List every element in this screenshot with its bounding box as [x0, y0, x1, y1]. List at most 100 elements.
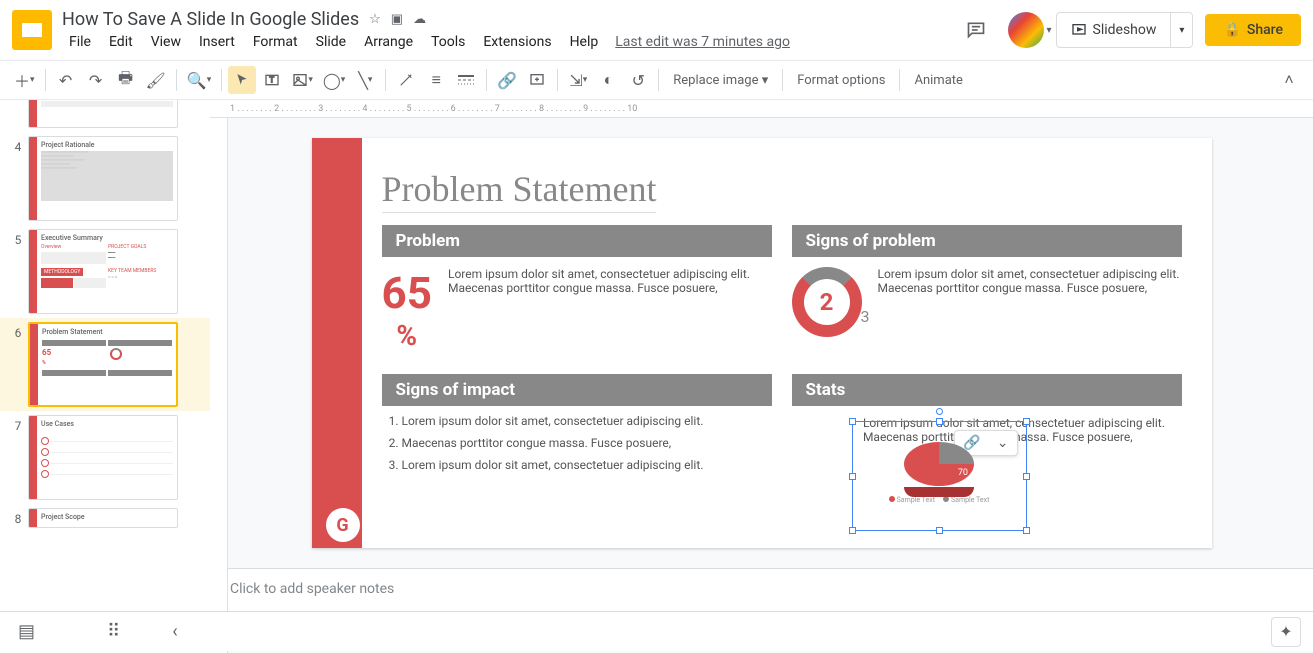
comment-button[interactable]	[523, 66, 551, 94]
main: Document History 4 Project Rationale━━━━…	[0, 100, 1313, 653]
reset-image-button[interactable]: ↺	[624, 66, 652, 94]
new-slide-button[interactable]: ＋▾	[10, 66, 39, 94]
slideshow-label: Slideshow	[1093, 22, 1157, 38]
border-dash-button[interactable]	[452, 66, 480, 94]
slides-app-icon[interactable]	[12, 10, 52, 50]
line-tool[interactable]: ╲▾	[351, 66, 379, 94]
grid-view-icon[interactable]: ⠿	[101, 615, 126, 648]
collapse-toolbar-button[interactable]: ˄	[1275, 66, 1303, 94]
move-icon[interactable]: ▣	[391, 12, 403, 27]
thumb-num: 5	[8, 229, 28, 314]
slide-canvas[interactable]: G Problem Statement Problem 65 % Lorem i…	[312, 138, 1212, 548]
menu-file[interactable]: File	[62, 32, 98, 52]
replace-image-button[interactable]: Replace image ▾	[665, 73, 776, 88]
resize-handle[interactable]	[936, 527, 943, 534]
link-button[interactable]: 🔗	[493, 66, 521, 94]
slideshow-dropdown[interactable]: ▾	[1170, 13, 1192, 47]
toolbar: ＋▾ ↶ ↷ 🖶 🖌 🔍▾ T ▾ ◯▾ ╲▾ ≡ 🔗 ⇲▾ ◐ ↺ Repla…	[0, 60, 1313, 100]
menu-insert[interactable]: Insert	[192, 32, 242, 52]
redo-button[interactable]: ↷	[82, 66, 110, 94]
mask-button[interactable]: ◐	[594, 66, 622, 94]
svg-text:T: T	[270, 76, 275, 85]
slideshow-button[interactable]: Slideshow	[1057, 22, 1171, 38]
animate-button[interactable]: Animate	[906, 73, 970, 88]
thumb-num	[8, 108, 28, 128]
section-head: Signs of impact	[382, 374, 772, 406]
thumb-5[interactable]: Executive Summary Overview PROJECT GOALS…	[28, 229, 178, 314]
signs-problem-text: Lorem ipsum dolor sit amet, consectetuer…	[878, 267, 1182, 347]
impact-list: Lorem ipsum dolor sit amet, consectetuer…	[382, 406, 772, 488]
slide-accent-bar	[312, 138, 362, 548]
thumb-7[interactable]: Use Cases	[28, 415, 178, 500]
menu-help[interactable]: Help	[563, 32, 606, 52]
paint-format-button[interactable]: 🖌	[142, 66, 170, 94]
resize-handle[interactable]	[1023, 473, 1030, 480]
menu-format[interactable]: Format	[246, 32, 305, 52]
lock-icon: 🔒	[1223, 22, 1240, 38]
meet-button[interactable]: ▾	[1008, 12, 1044, 48]
bottom-bar: ▤ ⠿ ‹ ✦	[0, 611, 1313, 651]
slide-title[interactable]: Problem Statement	[382, 168, 657, 213]
selected-chart-object[interactable]: 🔗 ⌄ 70 Sample Text Sample Text	[852, 421, 1027, 531]
section-problem: Problem 65 % Lorem ipsum dolor sit amet,…	[382, 225, 772, 362]
menu-bar: File Edit View Insert Format Slide Arran…	[62, 32, 956, 52]
shape-tool[interactable]: ◯▾	[319, 66, 349, 94]
menu-arrange[interactable]: Arrange	[357, 32, 420, 52]
thumb-3[interactable]: Document History	[28, 100, 178, 128]
ruler-vertical	[210, 118, 228, 653]
select-tool[interactable]	[228, 66, 256, 94]
last-edit-link[interactable]: Last edit was 7 minutes ago	[615, 34, 790, 50]
share-label: Share	[1247, 22, 1283, 38]
header: How To Save A Slide In Google Slides ☆ ▣…	[0, 0, 1313, 60]
star-icon[interactable]: ☆	[369, 12, 381, 27]
print-button[interactable]: 🖶	[112, 66, 140, 94]
resize-handle[interactable]	[1023, 418, 1030, 425]
problem-number: 65 %	[382, 267, 433, 352]
border-weight-button[interactable]: ≡	[422, 66, 450, 94]
thumb-num: 8	[8, 508, 28, 528]
cloud-icon[interactable]: ☁	[413, 12, 426, 27]
donut-chart: 2	[792, 267, 862, 337]
section-signs-problem: Signs of problem 2 3 Lorem ipsum dolor s…	[792, 225, 1182, 362]
explore-button[interactable]: ✦	[1271, 617, 1301, 647]
textbox-tool[interactable]: T	[258, 66, 286, 94]
filmstrip-view-icon[interactable]: ▤	[12, 615, 41, 648]
image-tool[interactable]: ▾	[288, 66, 317, 94]
thumb-num: 4	[8, 136, 28, 221]
collapse-panel-icon[interactable]: ‹	[166, 615, 183, 648]
comments-icon[interactable]	[956, 10, 996, 50]
format-options-button[interactable]: Format options	[789, 73, 893, 88]
slide-g-badge: G	[326, 508, 360, 542]
resize-handle[interactable]	[849, 418, 856, 425]
section-head: Problem	[382, 225, 772, 257]
problem-text: Lorem ipsum dolor sit amet, consectetuer…	[448, 267, 772, 352]
doc-title[interactable]: How To Save A Slide In Google Slides	[62, 9, 359, 30]
thumb-num: 6	[8, 322, 28, 407]
resize-handle[interactable]	[1023, 527, 1030, 534]
zoom-button[interactable]: 🔍▾	[183, 66, 215, 94]
resize-handle[interactable]	[849, 473, 856, 480]
pie-chart: 70	[904, 442, 974, 492]
section-signs-impact: Signs of impact Lorem ipsum dolor sit am…	[382, 374, 772, 506]
chevron-down-icon[interactable]: ⌄	[989, 431, 1017, 455]
crop-button[interactable]: ⇲▾	[564, 66, 592, 94]
undo-button[interactable]: ↶	[52, 66, 80, 94]
menu-tools[interactable]: Tools	[424, 32, 472, 52]
thumb-num: 7	[8, 415, 28, 500]
thumb-8[interactable]: Project Scope	[28, 508, 178, 528]
menu-view[interactable]: View	[144, 32, 188, 52]
menu-slide[interactable]: Slide	[309, 32, 353, 52]
menu-edit[interactable]: Edit	[102, 32, 140, 52]
rotate-handle[interactable]	[936, 408, 943, 415]
resize-handle[interactable]	[936, 418, 943, 425]
section-head: Signs of problem	[792, 225, 1182, 257]
resize-handle[interactable]	[849, 527, 856, 534]
menu-extensions[interactable]: Extensions	[476, 32, 558, 52]
border-color-button[interactable]	[392, 66, 420, 94]
thumb-4[interactable]: Project Rationale━━━━━━━━━━━━━━━━━━━━━━━…	[28, 136, 178, 221]
canvas-area: 1 . . . . . . . . 2 . . . . . . . . 3 . …	[210, 100, 1313, 653]
ruler-horizontal: 1 . . . . . . . . 2 . . . . . . . . 3 . …	[210, 100, 1313, 118]
slide-panel[interactable]: Document History 4 Project Rationale━━━━…	[0, 100, 210, 653]
thumb-6[interactable]: Problem Statement 65%	[28, 322, 178, 407]
share-button[interactable]: 🔒 Share	[1205, 14, 1301, 46]
